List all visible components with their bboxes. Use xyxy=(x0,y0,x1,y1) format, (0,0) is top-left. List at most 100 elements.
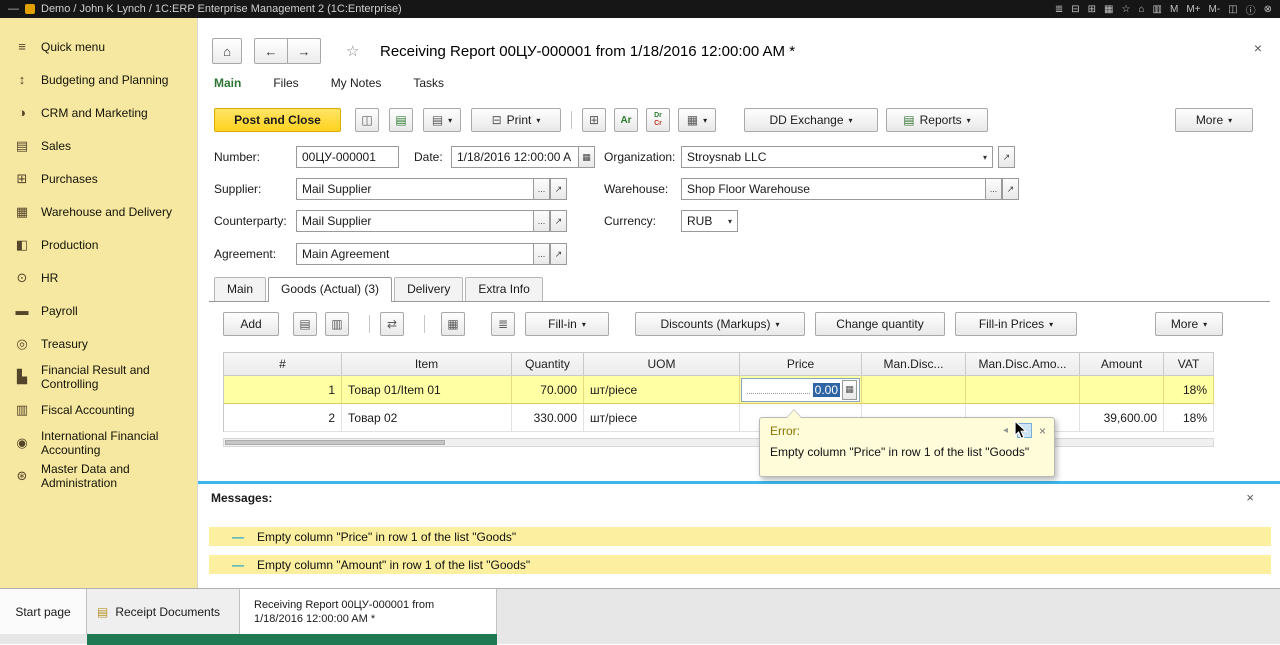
date-calendar-button[interactable]: ▦ xyxy=(578,146,595,168)
tab-files[interactable]: Files xyxy=(273,76,298,98)
reports-button[interactable]: ▤ Reports ▾ xyxy=(886,108,988,132)
taskbar-tab-receipt-documents[interactable]: ▤ Receipt Documents xyxy=(87,589,240,634)
cell-num[interactable]: 2 xyxy=(224,404,342,432)
column-header-quantity[interactable]: Quantity xyxy=(512,353,584,376)
power-icon[interactable]: ⊗ xyxy=(1264,4,1272,15)
minimize-dash-icon[interactable]: — xyxy=(8,3,19,15)
column-header-man-disc[interactable]: Man.Disc... xyxy=(862,353,966,376)
create-based-on-button[interactable]: ▤ ▾ xyxy=(423,108,461,132)
tab-my-notes[interactable]: My Notes xyxy=(331,76,382,98)
dd-exchange-button[interactable]: DD Exchange ▾ xyxy=(744,108,878,132)
organization-field[interactable]: Stroysnab LLC ▾ xyxy=(681,146,993,168)
sidebar-item-payroll[interactable]: ▬ Payroll xyxy=(0,294,197,327)
sidebar-item-treasury[interactable]: ◎ Treasury xyxy=(0,327,197,360)
supplier-choose-button[interactable]: ... xyxy=(533,178,550,200)
back-button[interactable]: ← xyxy=(254,38,288,64)
fill-in-button[interactable]: Fill-in ▾ xyxy=(525,312,609,336)
calculate-button[interactable]: ⊞ xyxy=(582,108,606,132)
fill-in-prices-button[interactable]: Fill-in Prices ▾ xyxy=(955,312,1077,336)
cell-man-disc-amount[interactable] xyxy=(966,376,1080,404)
tab-extra-info[interactable]: Extra Info xyxy=(465,277,543,301)
calculator-dropdown-button[interactable]: ▦ xyxy=(842,379,857,400)
calendar-icon[interactable]: ▦ xyxy=(1104,4,1113,15)
cell-quantity[interactable]: 330.000 xyxy=(512,404,584,432)
date-field[interactable]: 1/18/2016 12:00:00 A xyxy=(451,146,579,168)
table-horizontal-scrollbar[interactable] xyxy=(223,438,1214,447)
post-and-close-button[interactable]: Post and Close xyxy=(214,108,341,132)
sidebar-item-warehouse-and-delivery[interactable]: ▦ Warehouse and Delivery xyxy=(0,195,197,228)
sidebar-item-hr[interactable]: ⊙ HR xyxy=(0,261,197,294)
cell-quantity[interactable]: 70.000 xyxy=(512,376,584,404)
close-tooltip-icon[interactable]: × xyxy=(1039,424,1046,438)
column-header-amount[interactable]: Amount xyxy=(1080,353,1164,376)
discounts-button[interactable]: Discounts (Markups) ▾ xyxy=(635,312,805,336)
counterparty-choose-button[interactable]: ... xyxy=(533,210,550,232)
cell-vat[interactable]: 18% xyxy=(1164,404,1214,432)
sidebar-item-international-financial-accounting[interactable]: ◉ International Financial Accounting xyxy=(0,426,197,459)
calculator-icon[interactable]: ⊞ xyxy=(1088,4,1096,15)
cell-item[interactable]: Товар 01/Item 01 xyxy=(342,376,512,404)
sidebar-item-crm-and-marketing[interactable]: ◑ CRM and Marketing xyxy=(0,96,197,129)
message-item[interactable]: — Empty column "Amount" in row 1 of the … xyxy=(209,555,1271,574)
add-row-button[interactable]: Add xyxy=(223,312,279,336)
sidebar-item-purchases[interactable]: ⊞ Purchases xyxy=(0,162,197,195)
cell-amount[interactable] xyxy=(1080,376,1164,404)
accounting-register-button[interactable]: Ar xyxy=(614,108,638,132)
tab-goods-actual[interactable]: Goods (Actual) (3) xyxy=(268,277,393,302)
tab-main[interactable]: Main xyxy=(214,76,241,98)
column-header-num[interactable]: # xyxy=(224,353,342,376)
cell-vat[interactable]: 18% xyxy=(1164,376,1214,404)
prev-error-button[interactable]: ◂ xyxy=(998,423,1013,438)
sidebar-item-production[interactable]: ◧ Production xyxy=(0,228,197,261)
cell-uom[interactable]: шт/piece xyxy=(584,376,740,404)
m-button[interactable]: M xyxy=(1170,4,1178,15)
insert-row-button[interactable]: ▥ xyxy=(325,312,349,336)
print-button[interactable]: ⊟ Print ▾ xyxy=(471,108,561,132)
dr-cr-button[interactable]: Dr Cr xyxy=(646,108,670,132)
tab-tasks[interactable]: Tasks xyxy=(413,76,444,98)
cell-item[interactable]: Товар 02 xyxy=(342,404,512,432)
home-button[interactable]: ⌂ xyxy=(212,38,242,64)
counterparty-field[interactable]: Mail Supplier xyxy=(296,210,534,232)
cell-price-editing[interactable]: 0.00 ▦ xyxy=(740,376,862,404)
print-icon[interactable]: ⊟ xyxy=(1071,4,1079,15)
chevron-down-icon[interactable]: ▾ xyxy=(724,217,732,226)
move-row-button[interactable]: ⇄ xyxy=(380,312,404,336)
warehouse-open-button[interactable]: ↗ xyxy=(1002,178,1019,200)
price-input[interactable]: 0.00 ▦ xyxy=(741,377,860,402)
sidebar-item-master-data-and-administration[interactable]: ⊛ Master Data and Administration xyxy=(0,459,197,492)
favorite-star-icon[interactable]: ☆ xyxy=(346,42,359,60)
chevron-down-icon[interactable]: ▾ xyxy=(979,153,987,162)
clipboard-icon[interactable]: ▥ xyxy=(1153,4,1162,15)
forward-button[interactable]: → xyxy=(287,38,321,64)
supplier-field[interactable]: Mail Supplier xyxy=(296,178,534,200)
check-availability-button[interactable]: ▦ xyxy=(441,312,465,336)
table-row[interactable]: 2 Товар 02 330.000 шт/piece 39,600.00 18… xyxy=(224,404,1214,432)
save-button[interactable]: ◫ xyxy=(355,108,379,132)
tab-detail-main[interactable]: Main xyxy=(214,277,267,301)
warehouse-field[interactable]: Shop Floor Warehouse xyxy=(681,178,986,200)
more-button[interactable]: More ▾ xyxy=(1175,108,1253,132)
sidebar-item-fiscal-accounting[interactable]: ▥ Fiscal Accounting xyxy=(0,393,197,426)
home-icon[interactable]: ⌂ xyxy=(1138,4,1144,15)
register-records-button[interactable]: ▦ ▾ xyxy=(678,108,716,132)
list-settings-button[interactable]: ≣ xyxy=(491,312,515,336)
sidebar-item-budgeting-and-planning[interactable]: ↕ Budgeting and Planning xyxy=(0,63,197,96)
cell-uom[interactable]: шт/piece xyxy=(584,404,740,432)
sidebar-item-quick-menu[interactable]: ≡ Quick menu xyxy=(0,30,197,63)
messages-close-icon[interactable]: × xyxy=(1246,490,1254,505)
info-icon[interactable]: ⓘ xyxy=(1246,2,1256,17)
cell-num[interactable]: 1 xyxy=(224,376,342,404)
number-field[interactable]: 00ЦУ-000001 xyxy=(296,146,399,168)
cell-amount[interactable]: 39,600.00 xyxy=(1080,404,1164,432)
table-more-button[interactable]: More ▾ xyxy=(1155,312,1223,336)
column-header-man-disc-amount[interactable]: Man.Disc.Amo... xyxy=(966,353,1080,376)
taskbar-tab-start-page[interactable]: Start page xyxy=(0,589,87,634)
cell-man-disc[interactable] xyxy=(862,376,966,404)
scrollbar-thumb[interactable] xyxy=(225,440,445,445)
column-header-item[interactable]: Item xyxy=(342,353,512,376)
message-item[interactable]: — Empty column "Price" in row 1 of the l… xyxy=(209,527,1271,546)
counterparty-open-button[interactable]: ↗ xyxy=(550,210,567,232)
m-plus-button[interactable]: M+ xyxy=(1186,4,1200,15)
close-form-icon[interactable]: × xyxy=(1254,40,1262,56)
